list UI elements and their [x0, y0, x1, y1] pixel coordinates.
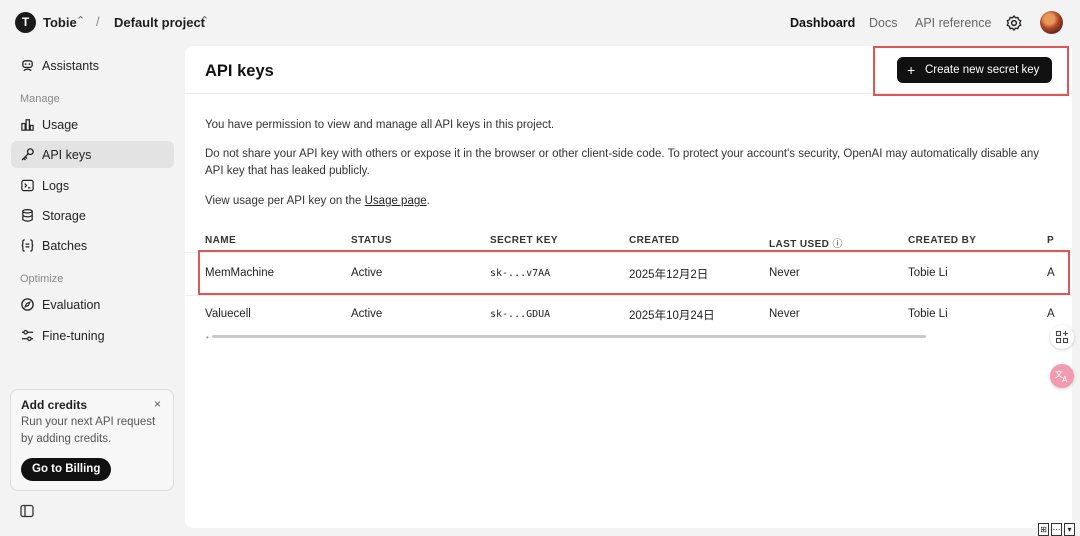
chevron-down-icon[interactable]: ▾: [1064, 523, 1075, 536]
sidebar-section-manage: Manage: [20, 93, 60, 105]
plus-icon: +: [907, 62, 916, 78]
add-credits-card: Add credits × Run your next API request …: [10, 389, 174, 491]
create-secret-key-button[interactable]: + Create new secret key: [897, 57, 1052, 83]
usage-page-link[interactable]: Usage page: [365, 195, 427, 207]
sidebar-item-label: Logs: [42, 179, 70, 193]
sidebar-item-fine-tuning[interactable]: Fine-tuning: [11, 322, 174, 349]
sliders-icon: [21, 329, 34, 342]
column-header-secret-key: SECRET KEY: [490, 235, 558, 246]
api-keys-panel: API keys + Create new secret key You hav…: [185, 46, 1072, 528]
column-header-permissions: P: [1047, 235, 1055, 246]
sidebar-section-optimize: Optimize: [20, 273, 64, 285]
sidebar-item-label: Usage: [42, 118, 79, 132]
sidebar-item-label: Evaluation: [42, 298, 101, 312]
key-created-by: Tobie Li: [908, 267, 948, 279]
usage-text: View usage per API key on the Usage page…: [205, 193, 1055, 210]
key-name: MemMachine: [205, 267, 275, 279]
sidebar-item-label: Assistants: [42, 59, 99, 73]
column-header-last-used: LAST USED ⓘ: [769, 235, 843, 250]
page-title: API keys: [205, 62, 274, 80]
sidebar-item-label: Batches: [42, 239, 88, 253]
translate-icon[interactable]: 文 A: [1050, 364, 1074, 388]
chevron-updown-icon[interactable]: ⌃: [200, 14, 209, 28]
org-name[interactable]: Tobie: [43, 15, 77, 30]
column-header-created-by: CREATED BY: [908, 235, 977, 246]
key-name: Valuecell: [205, 308, 251, 320]
database-icon: [22, 208, 33, 222]
create-button-label: Create new secret key: [925, 64, 1040, 76]
permission-text: You have permission to view and manage a…: [205, 119, 555, 131]
split-icon[interactable]: ⊞: [1038, 523, 1049, 536]
secret-key-value: sk-...GDUA: [490, 309, 551, 320]
key-permissions: A: [1047, 308, 1055, 320]
top-bar: T Tobie ⌃ / Default project ⌃ Dashboard …: [0, 0, 1080, 46]
secret-key-value: sk-...v7AA: [490, 268, 551, 279]
robot-icon: [22, 60, 33, 72]
grid-plus-icon[interactable]: [1050, 325, 1074, 349]
bar-chart-icon: [21, 119, 34, 131]
key-created: 2025年12月2日: [629, 269, 709, 281]
key-permissions: A: [1047, 267, 1055, 279]
horizontal-scrollbar[interactable]: [212, 335, 926, 338]
sidebar-item-label: Fine-tuning: [42, 329, 105, 343]
usage-text-prefix: View usage per API key on the: [205, 195, 365, 207]
scroll-left-arrow[interactable]: •: [206, 334, 209, 342]
credits-description: Run your next API request by adding cred…: [21, 416, 156, 445]
window-controls: ⊞ ⋯ ▾: [1038, 519, 1077, 536]
sidebar-item-label: API keys: [42, 148, 92, 162]
sidebar-item-evaluation[interactable]: Evaluation: [11, 291, 174, 318]
credits-title: Add credits: [21, 398, 88, 412]
column-header-name: NAME: [205, 235, 237, 246]
info-icon[interactable]: ⓘ: [832, 239, 842, 250]
key-created: 2025年10月24日: [629, 310, 715, 322]
row-divider: [185, 295, 1072, 296]
key-last-used: Never: [769, 267, 800, 279]
project-name[interactable]: Default project: [114, 15, 205, 30]
sidebar-item-assistants[interactable]: Assistants: [11, 52, 174, 79]
sidebar-item-logs[interactable]: Logs: [11, 172, 174, 199]
close-icon[interactable]: ×: [154, 397, 161, 411]
chevron-updown-icon[interactable]: ⌃: [76, 14, 85, 28]
key-status: Active: [351, 267, 383, 279]
nav-dashboard[interactable]: Dashboard: [790, 16, 855, 30]
sidebar-item-storage[interactable]: Storage: [11, 202, 174, 229]
terminal-icon: [21, 179, 34, 192]
header-divider: [185, 93, 1072, 94]
org-avatar[interactable]: T: [15, 12, 36, 33]
sidebar-item-label: Storage: [42, 209, 86, 223]
expand-icon[interactable]: ⋯: [1051, 523, 1062, 536]
svg-text:A: A: [1062, 375, 1068, 384]
security-warning-text: Do not share your API key with others or…: [205, 148, 1040, 177]
user-avatar[interactable]: [1040, 11, 1063, 34]
sidebar-toggle-icon[interactable]: [20, 504, 34, 518]
last-used-label: LAST USED: [769, 239, 830, 250]
compass-icon: [21, 298, 34, 311]
breadcrumb-separator: /: [96, 14, 100, 29]
sidebar-item-api-keys[interactable]: API keys: [11, 141, 174, 168]
key-icon: [21, 148, 34, 161]
key-last-used: Never: [769, 308, 800, 320]
nav-api-reference[interactable]: API reference: [915, 16, 991, 30]
sidebar-item-usage[interactable]: Usage: [11, 111, 174, 138]
usage-text-suffix: .: [426, 195, 430, 207]
column-header-created: CREATED: [629, 235, 680, 246]
key-created-by: Tobie Li: [908, 308, 948, 320]
sidebar-item-batches[interactable]: Batches: [11, 232, 174, 259]
braces-icon: [21, 239, 34, 252]
go-to-billing-button[interactable]: Go to Billing: [21, 458, 112, 481]
gear-icon[interactable]: [1005, 14, 1023, 32]
row-divider: [185, 252, 1072, 253]
key-status: Active: [351, 308, 383, 320]
nav-docs[interactable]: Docs: [869, 16, 897, 30]
column-header-status: STATUS: [351, 235, 392, 246]
